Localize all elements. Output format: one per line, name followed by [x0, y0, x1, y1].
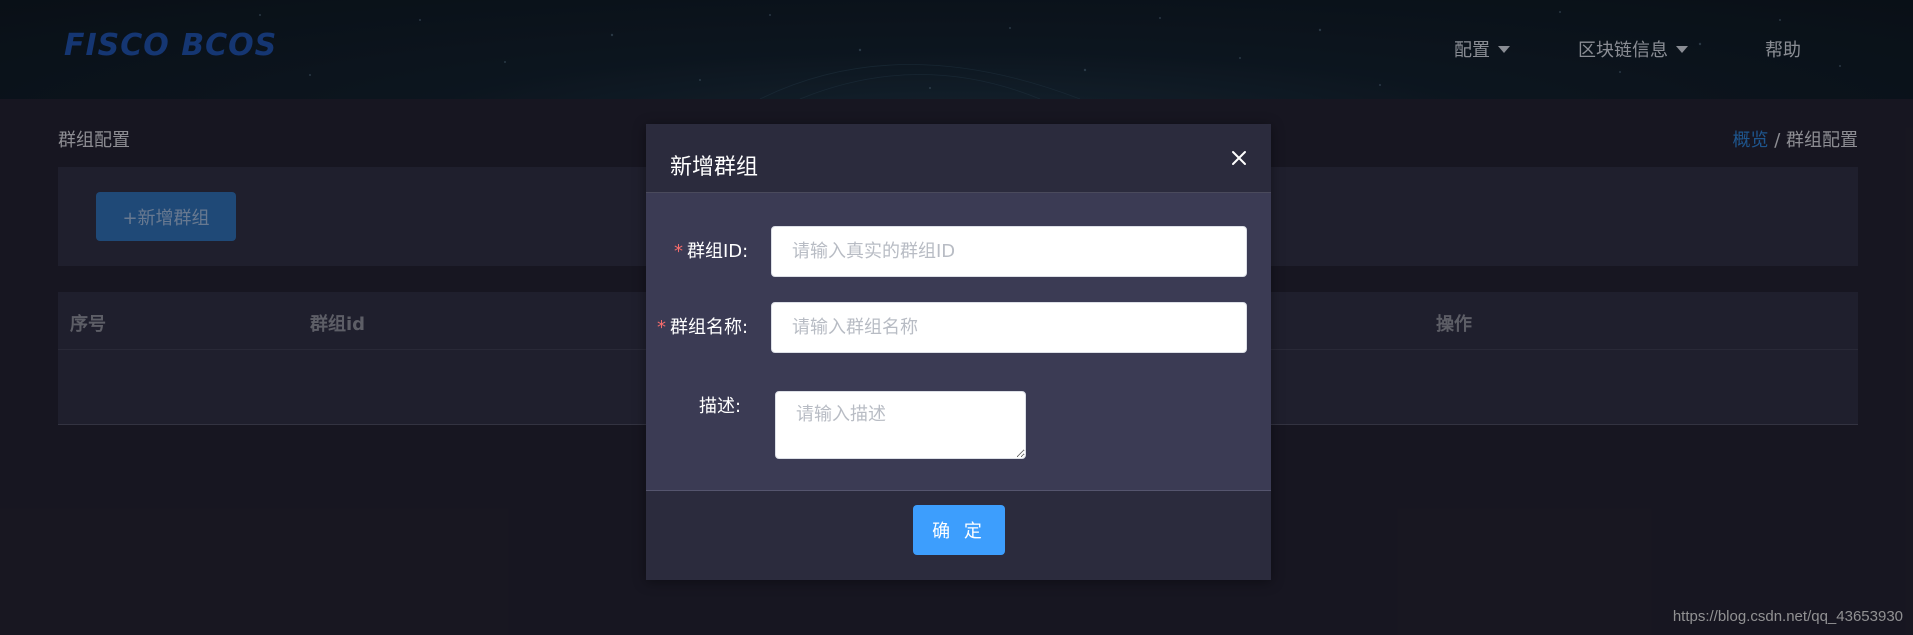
group-id-input[interactable]	[771, 226, 1247, 277]
group-name-label: * 群组名称:	[657, 313, 748, 339]
required-mark: *	[657, 317, 666, 338]
close-button[interactable]	[1229, 148, 1249, 168]
dialog-title: 新增群组	[670, 155, 759, 180]
group-name-input[interactable]	[771, 302, 1247, 353]
required-mark: *	[674, 241, 683, 262]
description-textarea[interactable]	[775, 391, 1026, 459]
group-name-label-text: 群组名称:	[670, 317, 749, 338]
confirm-button[interactable]: 确 定	[913, 505, 1005, 555]
close-icon	[1232, 151, 1246, 165]
dialog-header: 新增群组	[646, 124, 1271, 193]
group-id-label: * 群组ID:	[674, 237, 748, 263]
add-group-dialog: 新增群组 *群组ID: *群组名称: 描述: 确 定	[646, 124, 1271, 580]
group-id-label-text: 群组ID:	[687, 241, 749, 262]
description-label: 描述:	[699, 396, 742, 417]
dialog-body: *群组ID: *群组名称: 描述:	[646, 193, 1271, 491]
